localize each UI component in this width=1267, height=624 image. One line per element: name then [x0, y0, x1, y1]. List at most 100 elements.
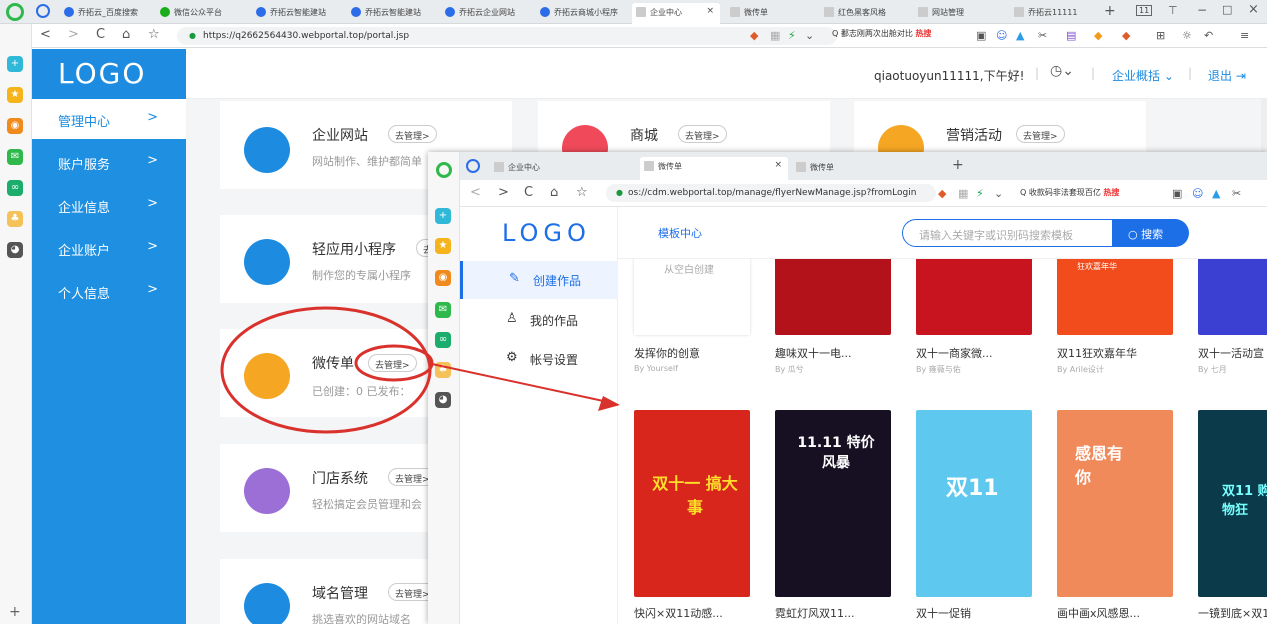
- close-window-button[interactable]: ×: [1248, 2, 1259, 17]
- tab-baidu[interactable]: 乔拓云_百度搜索: [60, 3, 152, 22]
- chevron-down-icon[interactable]: ⌄: [805, 29, 814, 42]
- template-card[interactable]: [775, 259, 891, 335]
- translate-icon[interactable]: ▲: [1212, 187, 1220, 200]
- template-card[interactable]: [1198, 259, 1267, 335]
- tab-site-builder-1[interactable]: 乔拓云智能建站: [252, 3, 344, 22]
- tab-red-hacker[interactable]: 红色黑客风格: [820, 3, 912, 22]
- template-card[interactable]: 双十一 搞大事: [634, 410, 750, 597]
- tab-site-manage[interactable]: 网站管理: [914, 3, 1006, 22]
- bookmark-star-button[interactable]: ☆: [576, 185, 588, 200]
- plus-square-icon[interactable]: +: [7, 56, 23, 72]
- apps-icon[interactable]: ⊞: [1156, 29, 1165, 42]
- extension-icon[interactable]: ◆: [938, 187, 946, 200]
- smile-icon[interactable]: ☺: [996, 29, 1007, 42]
- panda-icon[interactable]: ◕: [435, 392, 451, 408]
- forward-button[interactable]: >: [68, 27, 79, 42]
- sidebar-item-management[interactable]: 管理中心 >: [32, 99, 186, 139]
- flyer-tab-enterprise-center[interactable]: 企业中心: [490, 158, 590, 177]
- template-search-input[interactable]: 请输入关键字或识别码搜索模板: [902, 219, 1114, 247]
- tab-site-builder-2[interactable]: 乔拓云智能建站: [347, 3, 439, 22]
- home-button[interactable]: ⌂: [122, 27, 130, 42]
- message-icon[interactable]: ◷⌄: [1050, 63, 1074, 79]
- template-card[interactable]: 感恩有你: [1057, 410, 1173, 597]
- smile-icon[interactable]: ☺: [1192, 187, 1203, 200]
- quick-search-input[interactable]: Q 收款码非法套现百亿 热搜: [1020, 187, 1119, 198]
- game-icon[interactable]: ♣: [435, 362, 451, 378]
- search-button[interactable]: ○ 搜索: [1112, 219, 1189, 247]
- tab-qiaotuoyun[interactable]: 乔拓云11111: [1010, 3, 1096, 22]
- flyer-url-input[interactable]: ● os://cdm.webportal.top/manage/flyerNewM…: [606, 184, 936, 202]
- forward-button[interactable]: >: [498, 185, 509, 200]
- lightning-icon[interactable]: ⚡: [976, 187, 984, 200]
- flyer-tab-flyer-2[interactable]: 微传单: [792, 158, 892, 177]
- grid-icon[interactable]: ▦: [958, 187, 968, 200]
- sidebar-item-company-info[interactable]: 企业信息 >: [32, 185, 186, 225]
- bookmark-star-button[interactable]: ☆: [148, 27, 160, 42]
- tab-flyer[interactable]: 微传单: [726, 3, 818, 22]
- sidebar-item-account-settings[interactable]: ⚙ 帐号设置: [460, 340, 618, 378]
- new-tab-button[interactable]: +: [952, 157, 964, 173]
- home-button[interactable]: ⌂: [550, 185, 558, 200]
- template-card[interactable]: 11.11 特价风暴: [775, 410, 891, 597]
- template-center-link[interactable]: 模板中心: [658, 225, 702, 241]
- shirt-icon[interactable]: ⊤: [1168, 4, 1178, 17]
- tab-close-icon[interactable]: ×: [774, 160, 782, 170]
- compass-icon[interactable]: [466, 159, 480, 173]
- panda-icon[interactable]: ◕: [7, 242, 23, 258]
- template-card-blank[interactable]: 从空白创建: [634, 259, 750, 335]
- screen-icon[interactable]: ▣: [1172, 187, 1182, 200]
- shield-icon[interactable]: ◆: [1094, 29, 1102, 42]
- weibo-icon[interactable]: ◉: [7, 118, 23, 134]
- minimize-button[interactable]: −: [1197, 3, 1207, 17]
- manage-button[interactable]: 去管理>: [388, 125, 437, 143]
- lightning-icon[interactable]: ⚡: [788, 29, 796, 42]
- reload-button[interactable]: C: [96, 27, 105, 42]
- link-icon[interactable]: ∞: [7, 180, 23, 196]
- url-input[interactable]: ● https://q2662564430.webportal.top/port…: [177, 27, 837, 45]
- screen-icon[interactable]: ▣: [976, 29, 986, 42]
- template-card[interactable]: [916, 259, 1032, 335]
- grid-icon[interactable]: ▦: [770, 29, 780, 42]
- mail-icon[interactable]: ✉: [7, 149, 23, 165]
- new-tab-button[interactable]: +: [1104, 3, 1116, 19]
- sidebar-item-company-account[interactable]: 企业账户 >: [32, 228, 186, 268]
- tab-enterprise-center[interactable]: 企业中心 ×: [632, 3, 720, 24]
- tab-enterprise-site[interactable]: 乔拓云企业网站: [441, 3, 533, 22]
- tab-close-icon[interactable]: ×: [706, 6, 714, 16]
- tab-wechat[interactable]: 微信公众平台: [156, 3, 248, 22]
- extension-icon[interactable]: ◆: [750, 29, 758, 42]
- game-icon[interactable]: ♣: [7, 211, 23, 227]
- manage-button[interactable]: 去管理>: [678, 125, 727, 143]
- translate-icon[interactable]: ▲: [1016, 29, 1024, 42]
- weibo-icon[interactable]: ◉: [435, 270, 451, 286]
- compass-icon[interactable]: [36, 4, 50, 18]
- sun-icon[interactable]: ☼: [1182, 29, 1192, 42]
- collect-icon[interactable]: ▤: [1066, 29, 1076, 42]
- maximize-button[interactable]: □: [1222, 3, 1232, 16]
- star-icon[interactable]: ★: [7, 87, 23, 103]
- plus-square-icon[interactable]: +: [435, 208, 451, 224]
- undo-icon[interactable]: ↶: [1204, 29, 1213, 42]
- mail-icon[interactable]: ✉: [435, 302, 451, 318]
- menu-icon[interactable]: ≡: [1240, 29, 1249, 42]
- template-card[interactable]: 双11 购物狂: [1198, 410, 1267, 597]
- reload-button[interactable]: C: [524, 185, 533, 200]
- game-icon[interactable]: ◆: [1122, 29, 1130, 42]
- link-icon[interactable]: ∞: [435, 332, 451, 348]
- scissors-icon[interactable]: ✂: [1038, 29, 1047, 42]
- sidebar-item-personal-info[interactable]: 个人信息 >: [32, 271, 186, 311]
- tab-mall-app[interactable]: 乔拓云商城小程序: [536, 3, 628, 22]
- template-card[interactable]: 双11: [916, 410, 1032, 597]
- manage-button[interactable]: 去管理>: [1016, 125, 1065, 143]
- flyer-manage-button[interactable]: 去管理>: [368, 354, 417, 372]
- chevron-down-icon[interactable]: ⌄: [994, 187, 1003, 200]
- scissors-icon[interactable]: ✂: [1232, 187, 1241, 200]
- back-button[interactable]: <: [40, 27, 51, 42]
- overview-dropdown[interactable]: 企业概括 ⌄: [1112, 67, 1174, 84]
- sidebar-item-account-service[interactable]: 账户服务 >: [32, 142, 186, 182]
- back-button[interactable]: <: [470, 185, 481, 200]
- flyer-tab-flyer[interactable]: 微传单 ×: [640, 157, 788, 180]
- tab-count-badge[interactable]: 11: [1136, 5, 1153, 16]
- add-panel-button[interactable]: +: [9, 604, 21, 620]
- star-icon[interactable]: ★: [435, 238, 451, 254]
